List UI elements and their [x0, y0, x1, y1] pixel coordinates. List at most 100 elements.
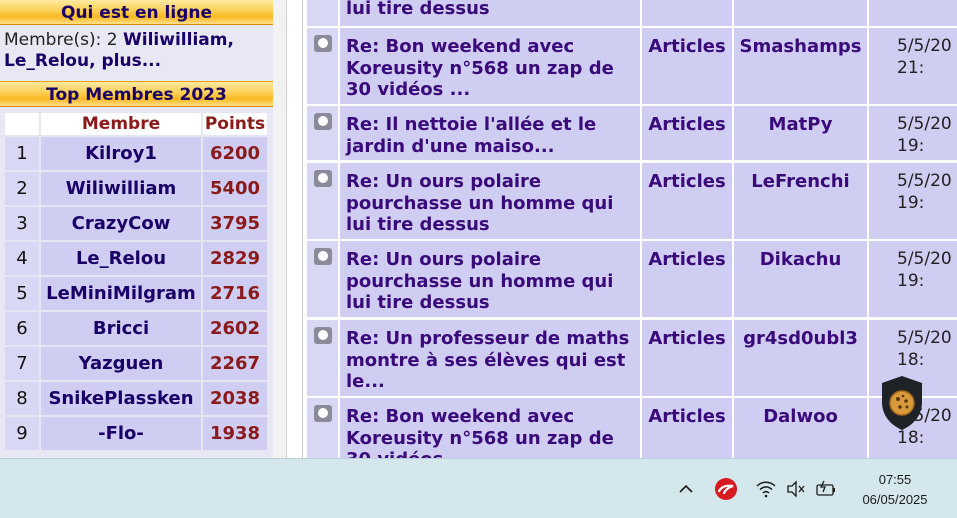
author-cell: Dalwoo: [734, 398, 867, 458]
category-link[interactable]: Articles: [642, 328, 732, 349]
points-cell: 3795: [202, 206, 268, 241]
category-link[interactable]: Articles: [642, 36, 732, 57]
category-cell: Articles: [642, 106, 732, 160]
member-link[interactable]: Bricci: [40, 311, 202, 346]
browser-viewport: Qui est en ligne Membre(s): 2 Wiliwillia…: [0, 0, 957, 458]
column-divider: [287, 0, 303, 458]
post-title-link[interactable]: Re: Un professeur de maths montre à ses …: [346, 328, 636, 393]
author-cell: LeFrenchi: [734, 163, 867, 239]
volume-muted-icon[interactable]: [784, 477, 808, 501]
category-cell: Articles: [642, 241, 732, 317]
rank-cell: 4: [4, 241, 40, 276]
table-row: 6 Bricci 2602: [4, 311, 268, 346]
category-link[interactable]: Articles: [642, 114, 732, 135]
icon-cell: [307, 163, 338, 239]
member-link[interactable]: Le_Relou: [40, 241, 202, 276]
post-title-link[interactable]: Re: Bon weekend avec Koreusity n°568 un …: [346, 406, 636, 458]
sidebar: Qui est en ligne Membre(s): 2 Wiliwillia…: [0, 0, 273, 458]
title-cell: Re: Bon weekend avec Koreusity n°568 un …: [340, 398, 640, 458]
date-cell: [869, 0, 957, 26]
rank-cell: 2: [4, 171, 40, 206]
date-cell: 5/5/20 19:: [869, 163, 957, 239]
member-link[interactable]: SnikePlassken: [40, 381, 202, 416]
category-cell: Articles: [642, 398, 732, 458]
table-row: Re: Un ours polaire pourchasse un homme …: [307, 241, 957, 317]
post-date: 5/5/20 19:: [897, 249, 952, 291]
author-link[interactable]: MatPy: [734, 114, 867, 135]
category-link[interactable]: Articles: [642, 171, 732, 192]
member-column-header: Membre: [40, 112, 202, 136]
author-link[interactable]: LeFrenchi: [734, 171, 867, 192]
post-status-icon: [314, 405, 332, 422]
rank-column-header: [4, 112, 40, 136]
table-row: lui tire dessus: [307, 0, 957, 26]
points-cell: 2602: [202, 311, 268, 346]
category-link[interactable]: Articles: [642, 406, 732, 427]
wifi-icon[interactable]: [754, 477, 778, 501]
post-title-link[interactable]: lui tire dessus: [346, 0, 636, 20]
member-link[interactable]: Wiliwilliam: [40, 171, 202, 206]
author-link[interactable]: Dalwoo: [734, 406, 867, 427]
post-status-icon: [314, 248, 332, 265]
author-link[interactable]: gr4sd0ubl3: [734, 328, 867, 349]
cookie-consent-icon[interactable]: [879, 374, 925, 432]
points-cell: 2716: [202, 276, 268, 311]
icon-cell: [307, 28, 338, 104]
recent-posts-table: lui tire dessus Re: Bon weekend avec Kor…: [307, 0, 957, 458]
author-link[interactable]: Smashamps: [734, 36, 867, 57]
points-cell: 1938: [202, 416, 268, 451]
online-user-link[interactable]: Wiliwilliam: [123, 30, 227, 50]
post-status-icon: [314, 113, 332, 130]
taskbar: 07:55 06/05/2025: [0, 458, 957, 518]
icon-cell: [307, 106, 338, 160]
title-cell: lui tire dessus: [340, 0, 640, 26]
table-row: 3 CrazyCow 3795: [4, 206, 268, 241]
clock-time: 07:55: [878, 472, 912, 487]
trend-micro-icon[interactable]: [712, 477, 740, 501]
title-cell: Re: Un ours polaire pourchasse un homme …: [340, 241, 640, 317]
points-cell: 2038: [202, 381, 268, 416]
icon-cell: [307, 241, 338, 317]
icon-cell: [307, 0, 338, 26]
post-title-link[interactable]: Re: Un ours polaire pourchasse un homme …: [346, 249, 636, 314]
system-clock[interactable]: 07:55 06/05/2025: [845, 470, 945, 510]
table-row: 7 Yazguen 2267: [4, 346, 268, 381]
table-row: 8 SnikePlassken 2038: [4, 381, 268, 416]
online-separator: ,: [227, 30, 234, 50]
member-link[interactable]: Yazguen: [40, 346, 202, 381]
member-link[interactable]: LeMiniMilgram: [40, 276, 202, 311]
top-members-table: Membre Points 1 Kilroy1 6200 2 Wiliwilli…: [4, 112, 268, 451]
table-row: 9 -Flo- 1938: [4, 416, 268, 451]
post-date: 5/5/20 19:: [897, 171, 952, 213]
table-row: Re: Bon weekend avec Koreusity n°568 un …: [307, 28, 957, 104]
category-cell: [642, 0, 732, 26]
title-cell: Re: Il nettoie l'allée et le jardin d'un…: [340, 106, 640, 160]
author-link[interactable]: Dikachu: [734, 249, 867, 270]
post-date: 5/5/20 19:: [897, 114, 952, 156]
online-user-link[interactable]: Le_Relou: [4, 51, 89, 71]
battery-charging-icon[interactable]: [813, 477, 839, 501]
table-row: 1 Kilroy1 6200: [4, 136, 268, 171]
table-row: 4 Le_Relou 2829: [4, 241, 268, 276]
chevron-up-icon[interactable]: [675, 477, 697, 501]
post-title-link[interactable]: Re: Un ours polaire pourchasse un homme …: [346, 171, 636, 236]
title-cell: Re: Bon weekend avec Koreusity n°568 un …: [340, 28, 640, 104]
title-cell: Re: Un ours polaire pourchasse un homme …: [340, 163, 640, 239]
table-row: Re: Un professeur de maths montre à ses …: [307, 320, 957, 396]
post-title-link[interactable]: Re: Il nettoie l'allée et le jardin d'un…: [346, 114, 636, 157]
points-cell: 2267: [202, 346, 268, 381]
member-link[interactable]: -Flo-: [40, 416, 202, 451]
table-header-row: Membre Points: [4, 112, 268, 136]
post-title-link[interactable]: Re: Bon weekend avec Koreusity n°568 un …: [346, 36, 636, 101]
author-cell: Smashamps: [734, 28, 867, 104]
table-row: Re: Il nettoie l'allée et le jardin d'un…: [307, 106, 957, 160]
member-link[interactable]: Kilroy1: [40, 136, 202, 171]
category-link[interactable]: Articles: [642, 249, 732, 270]
member-link[interactable]: CrazyCow: [40, 206, 202, 241]
online-header: Qui est en ligne: [0, 0, 273, 25]
rank-cell: 9: [4, 416, 40, 451]
date-cell: 5/5/20 19:: [869, 106, 957, 160]
points-column-header: Points: [202, 112, 268, 136]
author-cell: MatPy: [734, 106, 867, 160]
category-cell: Articles: [642, 28, 732, 104]
